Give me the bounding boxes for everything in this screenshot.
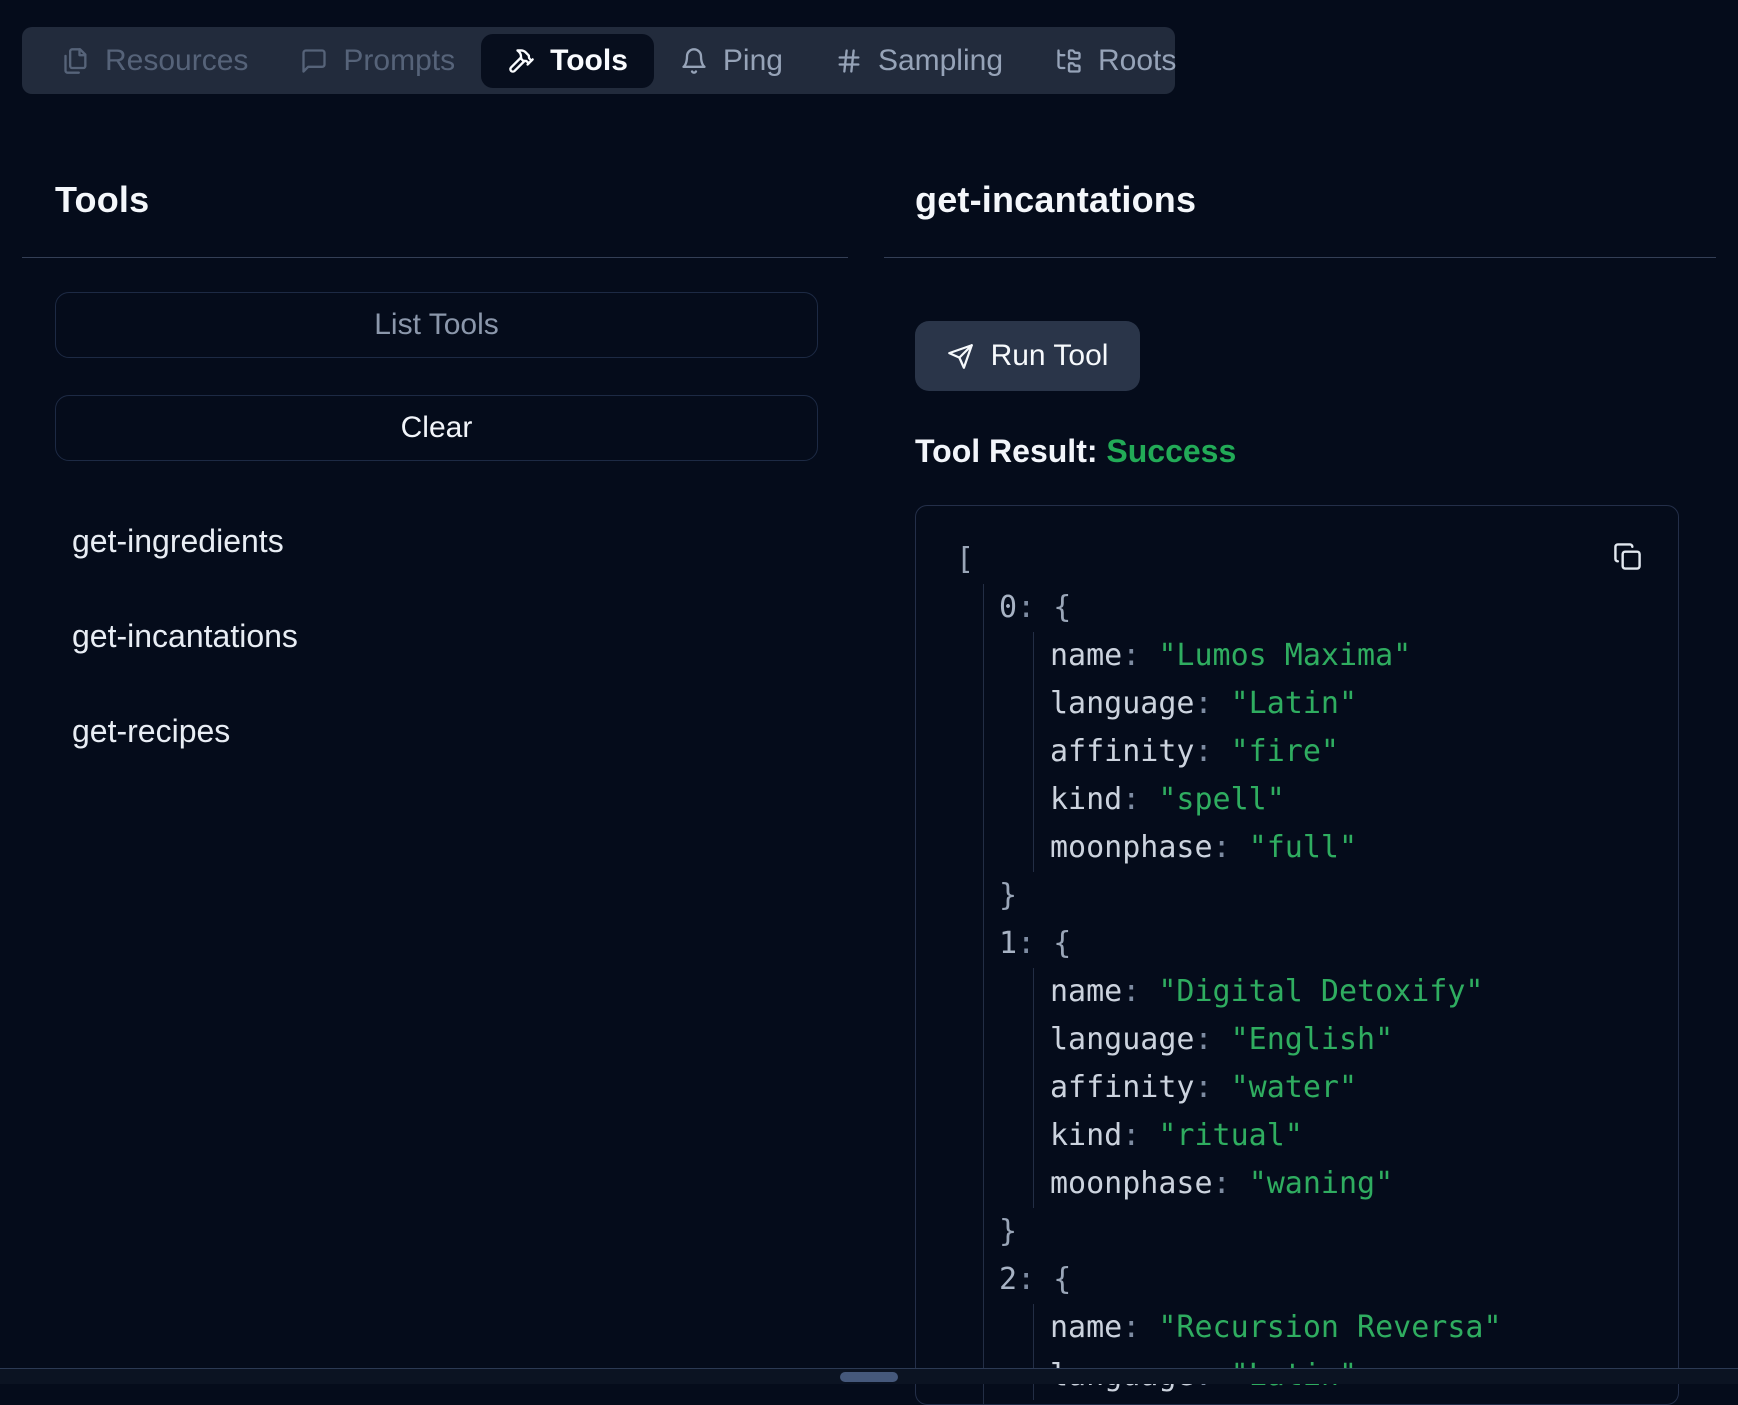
tab-label: Sampling: [878, 44, 1003, 78]
tab-label: Tools: [550, 44, 628, 78]
tool-list: get-ingredients get-incantations get-rec…: [22, 494, 848, 779]
tab-label: Prompts: [343, 44, 455, 78]
copy-button[interactable]: [1613, 542, 1642, 571]
tool-result-label: Tool Result:: [915, 433, 1098, 469]
drag-handle[interactable]: [840, 1372, 898, 1382]
tool-result-line: Tool Result: Success: [915, 431, 1716, 471]
tab-label: Ping: [723, 44, 783, 78]
tab-resources[interactable]: Resources: [36, 34, 274, 88]
json-row: moonphase: "waning": [1050, 1160, 1678, 1208]
tab-ping[interactable]: Ping: [654, 34, 809, 88]
top-nav: Resources Prompts Tools Ping Sampling Ro…: [22, 27, 1175, 94]
json-row: language: "English": [1050, 1016, 1678, 1064]
json-row: [: [956, 536, 1678, 584]
tab-label: Roots: [1098, 44, 1176, 78]
send-icon: [947, 343, 974, 370]
tab-roots[interactable]: Roots: [1029, 34, 1202, 88]
json-row: }: [999, 1400, 1678, 1405]
tool-list-item[interactable]: get-recipes: [22, 684, 848, 779]
tool-result-box: [0: {name: "Lumos Maxima"language: "Lati…: [915, 505, 1679, 1405]
tab-sampling[interactable]: Sampling: [809, 34, 1029, 88]
tools-panel: Tools List Tools Clear get-ingredients g…: [22, 94, 848, 779]
tools-panel-divider: [22, 257, 848, 258]
tool-detail-panel: get-incantations Run Tool Tool Result: S…: [884, 94, 1716, 1405]
json-row: name: "Lumos Maxima": [1050, 632, 1678, 680]
json-row: 2: {: [999, 1256, 1678, 1304]
files-icon: [62, 47, 90, 75]
run-tool-label: Run Tool: [991, 339, 1109, 373]
json-row: 1: {: [999, 920, 1678, 968]
copy-icon: [1613, 542, 1642, 571]
folder-tree-icon: [1055, 47, 1083, 75]
tool-detail-title: get-incantations: [915, 178, 1716, 222]
tool-result-status: Success: [1106, 433, 1236, 469]
json-row: name: "Recursion Reversa": [1050, 1304, 1678, 1352]
run-tool-button[interactable]: Run Tool: [915, 321, 1140, 391]
tab-label: Resources: [105, 44, 248, 78]
json-row: affinity: "water": [1050, 1064, 1678, 1112]
json-row: }: [999, 1208, 1678, 1256]
json-row: language: "Latin": [1050, 680, 1678, 728]
json-row: kind: "ritual": [1050, 1112, 1678, 1160]
list-tools-button[interactable]: List Tools: [55, 292, 818, 358]
tab-prompts[interactable]: Prompts: [274, 34, 481, 88]
json-row: kind: "spell": [1050, 776, 1678, 824]
tool-detail-divider: [884, 257, 1716, 258]
message-square-icon: [300, 47, 328, 75]
tool-list-item[interactable]: get-ingredients: [22, 494, 848, 589]
json-row: affinity: "fire": [1050, 728, 1678, 776]
tools-panel-title: Tools: [55, 178, 848, 222]
json-row: 0: {: [999, 584, 1678, 632]
json-row: moonphase: "full": [1050, 824, 1678, 872]
tab-tools[interactable]: Tools: [481, 34, 654, 88]
hammer-icon: [507, 47, 535, 75]
bell-icon: [680, 47, 708, 75]
json-row: }: [999, 872, 1678, 920]
json-row: name: "Digital Detoxify": [1050, 968, 1678, 1016]
bottom-panel-divider[interactable]: [0, 1368, 1738, 1384]
json-result-viewer: [0: {name: "Lumos Maxima"language: "Lati…: [916, 506, 1678, 1405]
tool-list-item[interactable]: get-incantations: [22, 589, 848, 684]
clear-button[interactable]: Clear: [55, 395, 818, 461]
hash-icon: [835, 47, 863, 75]
